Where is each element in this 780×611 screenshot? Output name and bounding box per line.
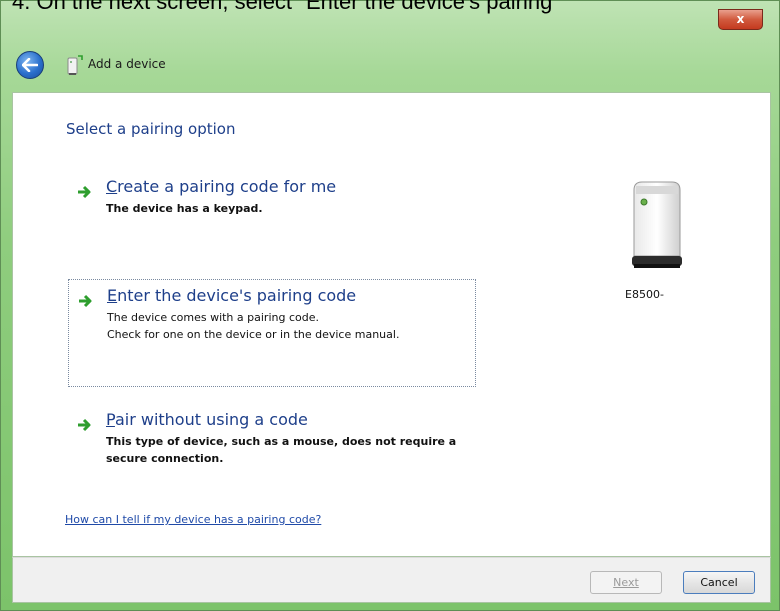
help-link[interactable]: How can I tell if my device has a pairin…	[65, 513, 321, 526]
option-create-pairing-code[interactable]: Create a pairing code for me The device …	[68, 177, 476, 237]
back-button[interactable]	[16, 51, 44, 79]
option-enter-pairing-code[interactable]: Enter the device's pairing code The devi…	[68, 279, 476, 387]
button-bar: Next Cancel	[12, 557, 771, 603]
option-description-line1: The device comes with a pairing code.	[107, 311, 319, 324]
page-heading: Select a pairing option	[66, 120, 236, 138]
device-label: E8500-	[625, 288, 664, 301]
option-title: Enter the device's pairing code	[107, 286, 357, 305]
close-button[interactable]: x	[718, 9, 763, 30]
window-title: Add a device	[88, 57, 166, 71]
option-title: Pair without using a code	[106, 410, 308, 429]
option-title: Create a pairing code for me	[106, 177, 337, 196]
green-arrow-icon	[79, 294, 92, 308]
next-button[interactable]: Next	[590, 571, 662, 594]
option-description: The device has a keypad.	[106, 202, 263, 215]
title-bar: Add a device	[9, 45, 769, 89]
back-arrow-icon	[22, 58, 38, 72]
add-device-window: x Add a device Select a pairing option C…	[0, 0, 780, 611]
green-arrow-icon	[78, 185, 91, 199]
cancel-button[interactable]: Cancel	[683, 571, 755, 594]
content-panel: Select a pairing option Create a pairing…	[12, 92, 771, 557]
option-description-line2: Check for one on the device or in the de…	[107, 328, 400, 341]
option-pair-without-code[interactable]: Pair without using a code This type of d…	[68, 410, 476, 480]
option-description-line2: secure connection.	[106, 452, 224, 465]
add-device-icon	[67, 55, 83, 75]
instruction-caption: 4. On the next screen, select "Enter the…	[12, 0, 553, 14]
green-arrow-icon	[78, 418, 91, 432]
option-description-line1: This type of device, such as a mouse, do…	[106, 435, 457, 448]
router-icon	[632, 181, 682, 268]
